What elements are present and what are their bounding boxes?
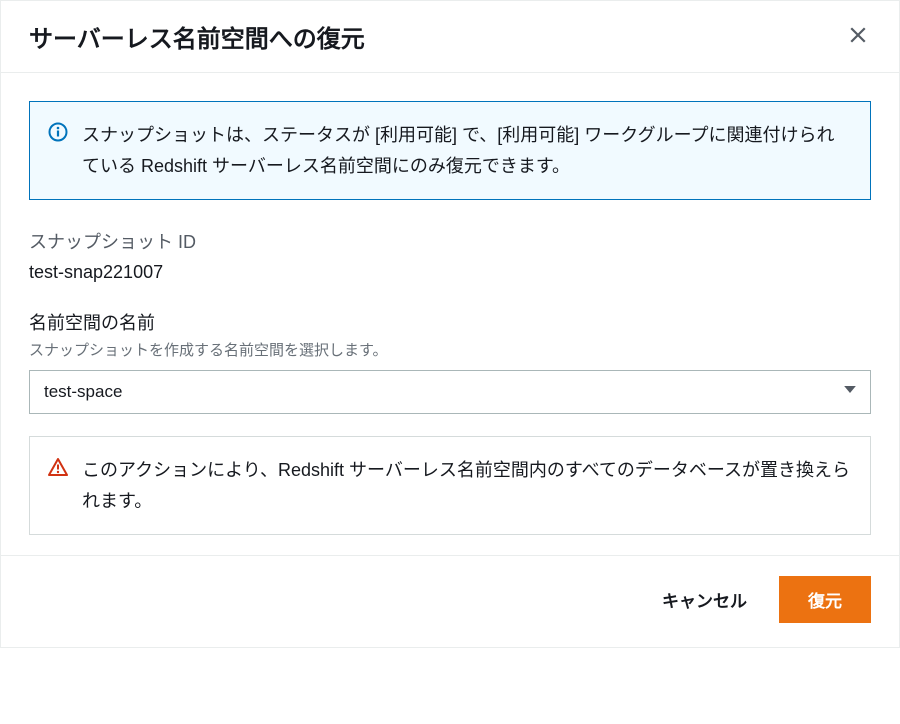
modal-body: スナップショットは、ステータスが [利用可能] で、[利用可能] ワークグループ… bbox=[1, 73, 899, 555]
namespace-label: 名前空間の名前 bbox=[29, 309, 871, 335]
restore-button[interactable]: 復元 bbox=[779, 576, 871, 623]
info-icon bbox=[48, 122, 68, 181]
namespace-hint: スナップショットを作成する名前空間を選択します。 bbox=[29, 339, 871, 360]
modal-title: サーバーレス名前空間への復元 bbox=[29, 19, 365, 54]
namespace-selected-value: test-space bbox=[44, 382, 122, 402]
snapshot-id-field: スナップショット ID test-snap221007 bbox=[29, 228, 871, 283]
warning-alert: このアクションにより、Redshift サーバーレス名前空間内のすべてのデータベ… bbox=[29, 436, 871, 535]
restore-modal: サーバーレス名前空間への復元 スナップショットは、ステータスが [利用可能] で… bbox=[0, 0, 900, 648]
namespace-select[interactable]: test-space bbox=[29, 370, 871, 414]
info-alert-text: スナップショットは、ステータスが [利用可能] で、[利用可能] ワークグループ… bbox=[82, 120, 850, 181]
info-alert: スナップショットは、ステータスが [利用可能] で、[利用可能] ワークグループ… bbox=[29, 101, 871, 200]
namespace-field: 名前空間の名前 スナップショットを作成する名前空間を選択します。 test-sp… bbox=[29, 309, 871, 414]
namespace-select-wrapper: test-space bbox=[29, 370, 871, 414]
warning-icon bbox=[48, 457, 68, 516]
modal-footer: キャンセル 復元 bbox=[1, 555, 899, 647]
modal-header: サーバーレス名前空間への復元 bbox=[1, 1, 899, 73]
close-button[interactable] bbox=[845, 22, 871, 52]
cancel-button[interactable]: キャンセル bbox=[648, 577, 761, 622]
snapshot-id-value: test-snap221007 bbox=[29, 262, 871, 283]
snapshot-id-label: スナップショット ID bbox=[29, 228, 871, 254]
warning-alert-text: このアクションにより、Redshift サーバーレス名前空間内のすべてのデータベ… bbox=[82, 455, 850, 516]
close-icon bbox=[849, 27, 867, 49]
